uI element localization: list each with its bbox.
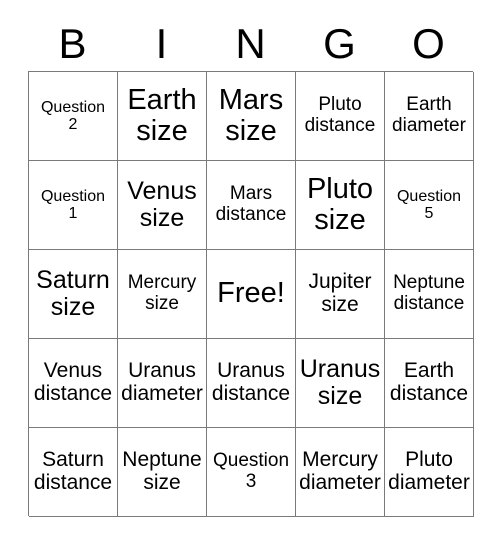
bingo-cell-r2c2[interactable]: Venus size [118,161,207,250]
bingo-cell-r5c1[interactable]: Saturn distance [29,428,118,517]
bingo-cell-label: Venus size [127,177,197,232]
header-letter-n: N [235,20,266,67]
bingo-cell-label: Mars size [218,83,284,147]
bingo-cell-label: Pluto distance [304,94,376,136]
header-letter-g: G [323,20,356,67]
bingo-cell-r2c5[interactable]: Question 5 [385,161,474,250]
bingo-cell-r1c4[interactable]: Pluto distance [296,72,385,161]
bingo-cell-r4c1[interactable]: Venus distance [29,339,118,428]
bingo-cell-r3c5[interactable]: Neptune distance [385,250,474,339]
bingo-cell-free-space[interactable]: Free! [207,250,296,339]
bingo-cell-r3c4[interactable]: Jupiter size [296,250,385,339]
header-letter-b: B [58,20,87,67]
bingo-cell-r4c4[interactable]: Uranus size [296,339,385,428]
bingo-cell-label: Earth distance [389,359,469,405]
bingo-cell-r5c2[interactable]: Neptune size [118,428,207,517]
bingo-cell-label: Uranus distance [211,359,291,405]
bingo-cell-r2c4[interactable]: Pluto size [296,161,385,250]
bingo-header: B I N G O [28,17,473,71]
bingo-cell-label: Saturn size [36,266,110,321]
bingo-cell-label: Pluto diameter [388,448,470,494]
bingo-cell-label: Venus distance [33,359,113,405]
header-letter-i: I [155,20,168,67]
bingo-cell-r1c3[interactable]: Mars size [207,72,296,161]
bingo-cell-label: Uranus diameter [121,359,203,405]
bingo-cell-label: Uranus size [299,355,381,410]
bingo-cell-r5c5[interactable]: Pluto diameter [385,428,474,517]
bingo-cell-r1c1[interactable]: Question 2 [29,72,118,161]
bingo-cell-label: Question 2 [40,98,106,133]
free-space-label: Free! [217,277,285,310]
bingo-cell-r4c2[interactable]: Uranus diameter [118,339,207,428]
bingo-cell-r1c2[interactable]: Earth size [118,72,207,161]
bingo-cell-r3c1[interactable]: Saturn size [29,250,118,339]
bingo-cell-label: Jupiter size [308,270,372,316]
bingo-cell-r5c4[interactable]: Mercury diameter [296,428,385,517]
bingo-cell-label: Earth size [127,83,197,147]
bingo-cell-label: Pluto size [306,172,374,236]
bingo-cell-label: Question 3 [212,450,290,492]
bingo-cell-r2c3[interactable]: Mars distance [207,161,296,250]
bingo-card: B I N G O Question 2 Earth size Mars siz… [0,0,500,544]
bingo-cell-label: Mars distance [215,183,287,225]
header-letter-o: O [412,20,445,67]
bingo-grid: Question 2 Earth size Mars size Pluto di… [28,71,474,517]
bingo-cell-label: Mercury diameter [299,448,381,494]
bingo-cell-label: Question 1 [40,187,106,222]
bingo-cell-label: Mercury size [127,272,197,314]
bingo-cell-r3c2[interactable]: Mercury size [118,250,207,339]
bingo-cell-r2c1[interactable]: Question 1 [29,161,118,250]
bingo-cell-r5c3[interactable]: Question 3 [207,428,296,517]
bingo-cell-r1c5[interactable]: Earth diameter [385,72,474,161]
bingo-cell-r4c3[interactable]: Uranus distance [207,339,296,428]
bingo-cell-label: Saturn distance [33,448,113,494]
bingo-cell-label: Neptune size [122,448,202,494]
bingo-cell-r4c5[interactable]: Earth distance [385,339,474,428]
bingo-cell-label: Earth diameter [392,94,466,136]
bingo-cell-label: Neptune distance [393,272,465,314]
bingo-cell-label: Question 5 [396,187,462,222]
